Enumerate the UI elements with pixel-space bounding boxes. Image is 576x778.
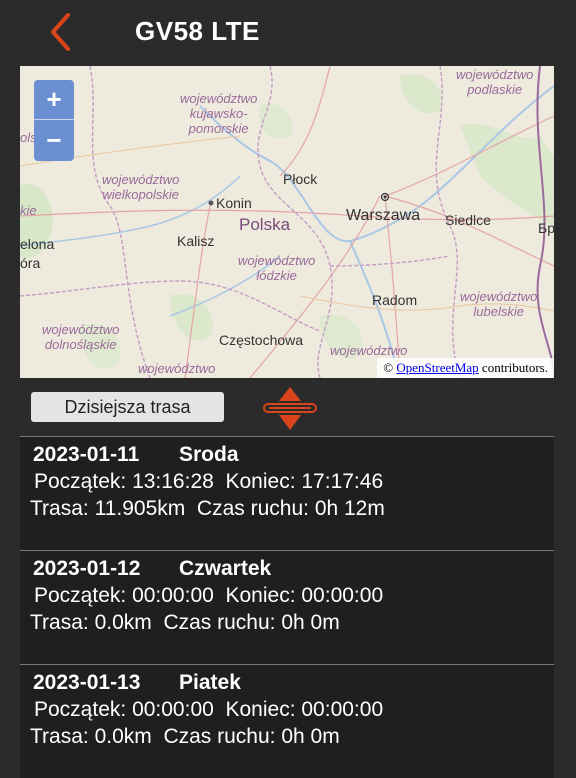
map-view[interactable]: województwo podlaskie województwo kujaws…: [20, 66, 554, 378]
page-title: GV58 LTE: [135, 16, 260, 46]
map-label-radom: Radom: [372, 292, 418, 308]
map-label-woj-lubelskie: województwo lubelskie: [460, 289, 538, 319]
map-label-woj-bottom-left: województwo: [138, 361, 216, 376]
map-label-plock: Płock: [283, 171, 318, 187]
route-day: Piatek: [179, 671, 241, 694]
map-label-kalisz: Kalisz: [177, 233, 215, 249]
route-distance-motion: Trasa: 11.905km Czas ruchu: 0h 12m: [30, 497, 385, 520]
map-label-edge-br: Бр: [538, 220, 554, 236]
map-label-woj-lodzkie: województwo łódzkie: [238, 253, 316, 283]
map-label-warszawa: Warszawa: [346, 207, 421, 224]
map-label-edge-elona: elona: [20, 236, 55, 252]
map-label-woj-kujawsko: województwo kujawsko- pomorskie: [180, 91, 258, 136]
today-route-button[interactable]: Dzisiejsza trasa: [31, 392, 224, 422]
expand-collapse-button[interactable]: [262, 385, 318, 433]
map-label-siedlce: Siedlce: [445, 212, 491, 228]
route-day: Czwartek: [179, 557, 272, 580]
map-label-edge-ora: óra: [20, 255, 41, 271]
map-label-woj-bottom-right: województwo: [330, 343, 408, 358]
chevron-left-icon: [51, 13, 70, 51]
map-label-edge-kie: kie: [20, 203, 37, 218]
map-label-woj-podlaskie: województwo podlaskie: [456, 67, 534, 97]
map-label-woj-wielkopolskie: województwo wielkopolskie: [102, 172, 180, 202]
route-times: Początek: 00:00:00 Koniec: 00:00:00: [34, 584, 384, 607]
route-distance-motion: Trasa: 0.0km Czas ruchu: 0h 0m: [30, 611, 340, 634]
map-label-woj-dolnoslaskie: województwo dolnośląskie: [42, 322, 120, 352]
route-distance-motion: Trasa: 0.0km Czas ruchu: 0h 0m: [30, 725, 340, 748]
route-date: 2023-01-12: [33, 557, 141, 580]
map-attribution: © OpenStreetMap contributors.: [377, 358, 554, 378]
map-label-czestochowa: Częstochowa: [219, 332, 304, 348]
zoom-control: + −: [34, 80, 74, 162]
route-list-item[interactable]: 2023-01-12 Czwartek Początek: 00:00:00 K…: [20, 550, 554, 664]
expand-collapse-icon: [263, 387, 317, 430]
back-button[interactable]: [46, 12, 80, 52]
route-date: 2023-01-11: [33, 443, 140, 466]
route-day: Sroda: [179, 443, 239, 466]
map-label-konin: Konin: [216, 195, 252, 211]
openstreetmap-link[interactable]: OpenStreetMap: [396, 360, 478, 375]
route-times: Początek: 13:16:28 Koniec: 17:17:46: [34, 470, 384, 493]
header-bar: GV58 LTE: [0, 0, 576, 64]
route-times: Początek: 00:00:00 Koniec: 00:00:00: [34, 698, 384, 721]
zoom-out-button[interactable]: −: [34, 120, 74, 161]
route-history-list: 2023-01-11 Sroda Początek: 13:16:28 Koni…: [20, 436, 554, 778]
route-list-item[interactable]: 2023-01-11 Sroda Początek: 13:16:28 Koni…: [20, 436, 554, 550]
copyright-symbol: ©: [383, 360, 394, 375]
attribution-suffix: contributors.: [481, 360, 548, 375]
map-label-polska: Polska: [239, 215, 291, 234]
route-date: 2023-01-13: [33, 671, 141, 694]
route-list-item[interactable]: 2023-01-13 Piatek Początek: 00:00:00 Kon…: [20, 664, 554, 778]
zoom-in-button[interactable]: +: [34, 80, 74, 120]
